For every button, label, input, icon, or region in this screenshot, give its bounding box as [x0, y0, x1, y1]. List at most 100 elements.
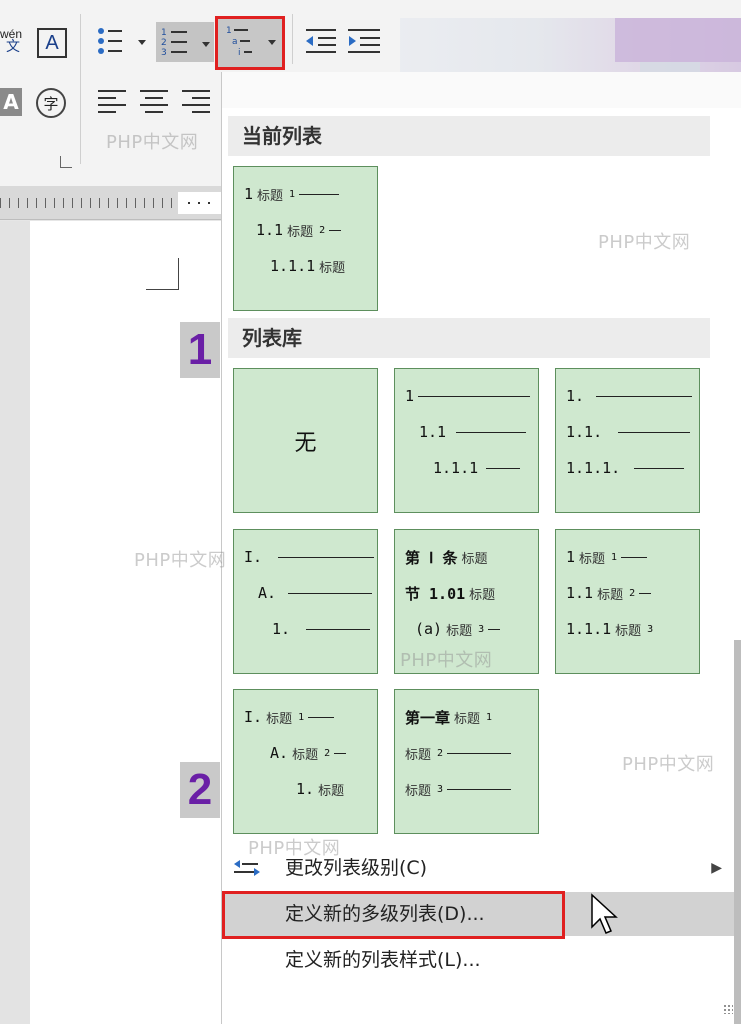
- list-style-roman-tile[interactable]: I. A. 1.: [233, 529, 378, 674]
- level-number: 1.1: [566, 584, 594, 602]
- document-margin: [0, 221, 30, 1024]
- tile-row: 1.1.1: [433, 458, 521, 478]
- level-number: 1.1.: [566, 423, 603, 441]
- tile-row: 1: [405, 386, 531, 406]
- tile-row: (a) 标题 3: [415, 619, 501, 639]
- character-border-letter: A: [45, 31, 59, 54]
- level-number: 1.1: [419, 423, 447, 441]
- level-label: 标题: [257, 188, 284, 204]
- multilevel-list-button[interactable]: 1 a i: [215, 16, 285, 70]
- list-style-numeric-tile[interactable]: 1 1.1 1.1.1: [394, 368, 539, 513]
- resize-grip-icon[interactable]: [723, 1004, 733, 1014]
- level-line: [486, 467, 521, 469]
- mouse-pointer-icon: [591, 893, 618, 934]
- level-index: 3: [647, 623, 654, 635]
- level-line: [639, 592, 652, 594]
- svg-text:1: 1: [226, 26, 232, 36]
- increase-indent-icon: [348, 29, 380, 53]
- level-label: 标题: [615, 623, 642, 639]
- current-list-header: 当前列表: [228, 116, 710, 156]
- character-shading-letter: A: [3, 90, 19, 114]
- level-index: 1: [298, 711, 305, 723]
- dropdown-top-area: [222, 72, 741, 108]
- level-number: A.: [258, 584, 277, 602]
- level-index: 1: [289, 188, 296, 200]
- numbering-button[interactable]: 1 2 3: [156, 22, 214, 62]
- level-line: [306, 628, 371, 630]
- list-style-numeric-dot-tile[interactable]: 1. 1.1. 1.1.1.: [555, 368, 700, 513]
- tile-row: 1 标题 1: [566, 547, 648, 567]
- bullet-list-icon: [98, 28, 146, 54]
- bullets-button[interactable]: [96, 26, 152, 56]
- tile-row: A. 标题 2: [270, 743, 347, 763]
- level-number: 1: [566, 548, 576, 566]
- level-index: 3: [437, 783, 444, 795]
- align-center-button[interactable]: [140, 90, 168, 118]
- list-style-chapter-tile[interactable]: 第一章 标题 1 标题 2 标题 3: [394, 689, 539, 834]
- list-style-roman-heading-tile[interactable]: I. 标题 1 A. 标题 2 1. 标题: [233, 689, 378, 834]
- numbered-list-icon: 1 2 3: [161, 28, 210, 58]
- level-label: 标题: [405, 783, 432, 799]
- level-line: [618, 431, 691, 433]
- current-list-tile[interactable]: 1 标题 1 1.1 标题 2 1.1.1 标题: [233, 166, 378, 311]
- svg-text:i: i: [238, 48, 241, 58]
- level-line: [299, 193, 340, 195]
- enclose-characters-button[interactable]: 字: [36, 88, 66, 118]
- level-number: A.: [270, 744, 289, 762]
- define-multilevel-highlight: [222, 891, 565, 939]
- tile-row: 1.1 标题 2: [566, 583, 652, 603]
- blurred-block: [615, 18, 741, 62]
- ruler-text-area: [178, 192, 222, 214]
- level-line: [634, 467, 685, 469]
- submenu-arrow-icon: ▶: [711, 860, 722, 876]
- level-index: 2: [319, 224, 326, 236]
- pinyin-char: 文: [6, 38, 20, 54]
- multilevel-list-dropdown: 当前列表 1 标题 1 1.1 标题 2 1.1.1 标题 列表库 无 1 1.…: [221, 72, 741, 1024]
- level-number: 1.1.1: [566, 620, 612, 638]
- level-number: I.: [244, 708, 263, 726]
- increase-indent-button[interactable]: [346, 26, 382, 56]
- level-line: [488, 628, 501, 630]
- level-label: 标题: [579, 551, 606, 567]
- svg-text:3: 3: [161, 48, 167, 58]
- align-right-button[interactable]: [182, 90, 210, 118]
- step-2-badge: 2: [180, 762, 220, 818]
- align-left-button[interactable]: [98, 90, 126, 118]
- phonetic-guide-button[interactable]: wén 文: [0, 28, 22, 54]
- level-number: 第一章: [405, 708, 451, 727]
- decrease-indent-button[interactable]: [304, 26, 338, 56]
- paragraph-dialog-launcher[interactable]: [60, 156, 72, 168]
- ribbon-divider: [80, 14, 81, 164]
- change-list-level-item[interactable]: 更改列表级别(C) ▶: [222, 846, 741, 890]
- level-line: [621, 556, 648, 558]
- level-label: 标题: [266, 711, 293, 727]
- tile-row: 1.1 标题 2: [256, 220, 342, 240]
- level-label: 标题: [597, 587, 624, 603]
- list-none-tile[interactable]: 无: [233, 368, 378, 513]
- tile-row: 节 1.01 标题: [405, 583, 495, 603]
- level-number: I.: [244, 548, 263, 566]
- level-index: 2: [629, 587, 636, 599]
- none-label: 无: [294, 430, 317, 456]
- decrease-indent-icon: [306, 29, 336, 53]
- tile-row: 第 Ⅰ 条标题: [405, 547, 488, 567]
- enclose-char: 字: [43, 94, 59, 113]
- character-border-button[interactable]: A: [37, 28, 67, 58]
- tile-row: 1.1: [419, 422, 527, 442]
- list-style-article-section-tile[interactable]: 第 Ⅰ 条标题 节 1.01 标题 (a) 标题 3: [394, 529, 539, 674]
- define-list-style-item[interactable]: 定义新的列表样式(L)...: [222, 938, 741, 982]
- tile-row: A.: [258, 583, 373, 603]
- character-shading-button[interactable]: A: [0, 88, 22, 116]
- horizontal-ruler[interactable]: [0, 186, 222, 220]
- level-label: 标题: [446, 623, 473, 639]
- level-number: 1.1.1: [433, 459, 479, 477]
- level-line: [456, 431, 527, 433]
- list-style-heading-numeric-tile[interactable]: 1 标题 1 1.1 标题 2 1.1.1 标题 3: [555, 529, 700, 674]
- list-library-header: 列表库: [228, 318, 710, 358]
- level-line: [288, 592, 373, 594]
- tile-row: 1. 标题: [296, 779, 344, 799]
- level-line: [329, 229, 342, 231]
- step-2-label: 2: [187, 765, 213, 814]
- tile-row: 1.1.: [566, 422, 691, 442]
- level-index: 3: [478, 623, 485, 635]
